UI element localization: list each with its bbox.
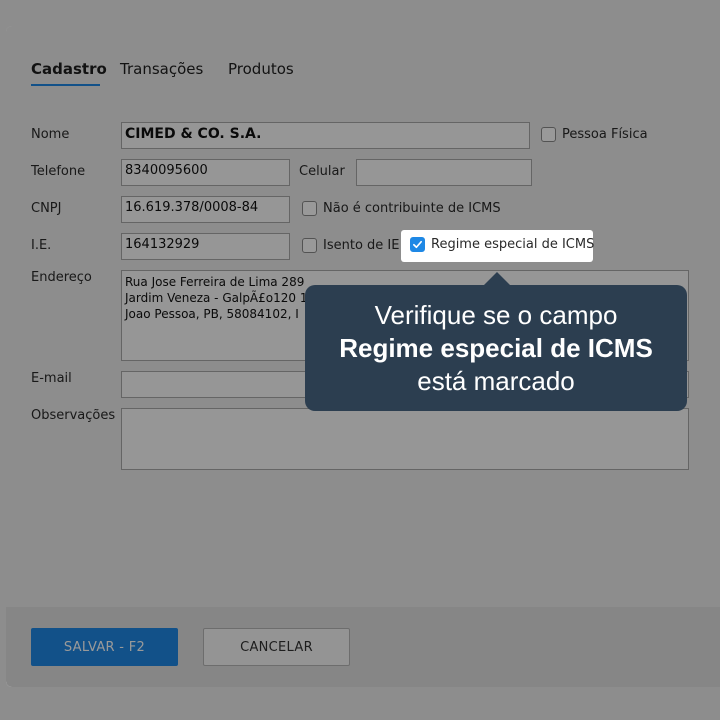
nao-contribuinte-box [302, 201, 317, 216]
cnpj-input[interactable]: 16.619.378/0008-84 [121, 196, 290, 223]
tooltip-arrow [483, 272, 511, 286]
regime-especial-box [410, 237, 425, 252]
telefone-input[interactable]: 8340095600 [121, 159, 290, 186]
ie-input[interactable]: 164132929 [121, 233, 290, 260]
telefone-label: Telefone [31, 164, 86, 179]
tab-transacoes[interactable]: Transações [120, 60, 203, 78]
active-tab-indicator [31, 84, 100, 86]
pessoa-fisica-box [541, 127, 556, 142]
isento-ie-box [302, 238, 317, 253]
tooltip-line-1: Verifique se o campo [374, 300, 618, 330]
instruction-tooltip: Verifique se o campo Regime especial de … [305, 285, 687, 411]
regime-especial-checkbox[interactable]: Regime especial de ICMS [410, 237, 594, 252]
pessoa-fisica-label: Pessoa Física [562, 127, 648, 142]
nao-contribuinte-label: Não é contribuinte de ICMS [323, 201, 501, 216]
checkmark-icon [413, 240, 422, 249]
cnpj-label: CNPJ [31, 201, 62, 216]
observacoes-textarea[interactable] [121, 408, 689, 470]
save-button[interactable]: SALVAR - F2 [31, 628, 178, 666]
tooltip-line-3: está marcado [417, 366, 575, 396]
isento-ie-label: Isento de IE [323, 238, 400, 253]
cancel-button[interactable]: CANCELAR [203, 628, 350, 666]
dialog-footer: SALVAR - F2 CANCELAR [6, 607, 720, 687]
isento-ie-checkbox[interactable]: Isento de IE [302, 238, 399, 253]
email-label: E-mail [31, 371, 72, 386]
nome-label: Nome [31, 127, 70, 142]
ie-label: I.E. [31, 238, 52, 253]
celular-input[interactable] [356, 159, 532, 186]
tooltip-line-2: Regime especial de ICMS [339, 333, 653, 363]
regime-especial-label: Regime especial de ICMS [431, 237, 595, 252]
tab-produtos[interactable]: Produtos [228, 60, 294, 78]
celular-label: Celular [299, 164, 345, 179]
nao-contribuinte-checkbox[interactable]: Não é contribuinte de ICMS [302, 201, 501, 216]
pessoa-fisica-checkbox[interactable]: Pessoa Física [541, 127, 648, 142]
endereco-label: Endereço [31, 270, 92, 285]
nome-input[interactable]: CIMED & CO. S.A. [121, 122, 530, 149]
tab-cadastro[interactable]: Cadastro [31, 60, 107, 78]
observacoes-label: Observações [31, 408, 116, 423]
regime-especial-highlight: Regime especial de ICMS [401, 230, 594, 262]
